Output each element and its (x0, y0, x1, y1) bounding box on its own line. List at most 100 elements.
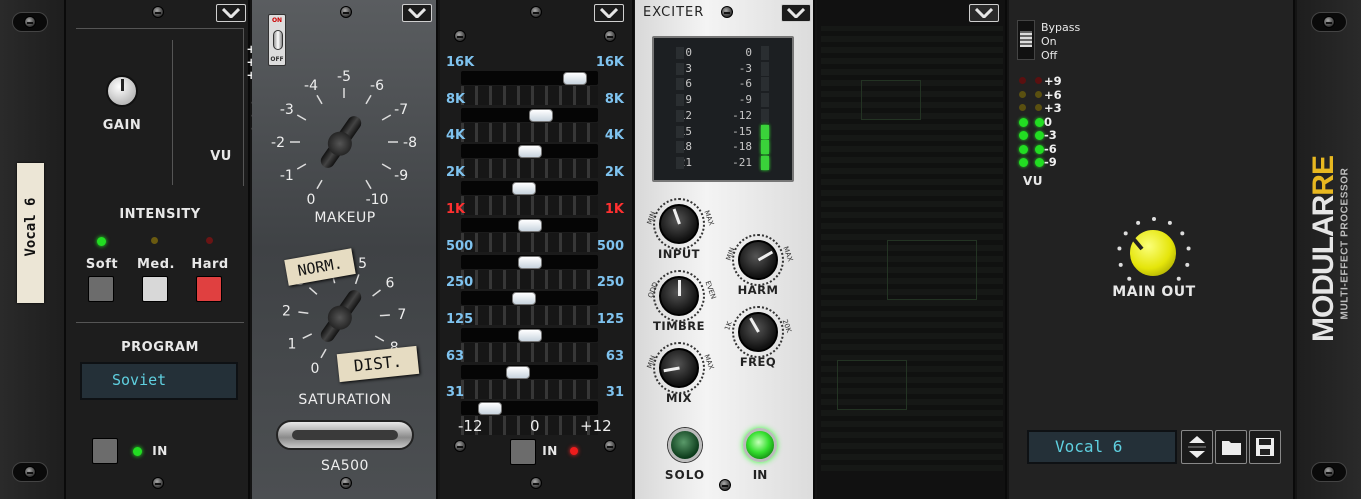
saturation-scale-label: 6 (386, 276, 395, 292)
brand-name-b: RE (1307, 156, 1340, 196)
sa500-device: ON OFF 0 -1 -2 -3 -4 -5 -6 -7 -8 -9 -10 MAKEUP 012… (252, 0, 438, 499)
input-knob[interactable] (659, 204, 699, 244)
main-vu-led (1019, 144, 1028, 154)
screw-icon (24, 466, 36, 478)
main-out-tick (1123, 231, 1128, 236)
intensity-hard-button[interactable] (196, 276, 222, 302)
exciter-meter-right-seg (761, 140, 769, 155)
preset-display[interactable]: Vocal 6 (1027, 430, 1177, 464)
exciter-meter-right-seg (761, 155, 769, 170)
harm-knob[interactable] (738, 240, 778, 280)
exciter-in-label: IN (752, 468, 768, 482)
main-out-label: MAIN OUT (1112, 284, 1196, 300)
intensity-soft-button[interactable] (88, 276, 114, 302)
exciter-meter-right-seg (761, 46, 769, 60)
screw-icon (454, 440, 466, 452)
device-menu-button[interactable] (216, 4, 246, 22)
saturation-tick (354, 274, 360, 285)
eq-band-fader-250[interactable] (511, 292, 536, 306)
bypass-option-bypass: Bypass (1041, 21, 1081, 34)
comp-in-label: IN (152, 444, 168, 458)
timbre-knob[interactable] (659, 276, 699, 316)
empty-slot-chip (861, 80, 921, 120)
main-vu-led (1019, 117, 1028, 127)
empty-slot (817, 0, 1007, 499)
eq-band-label-right: 8K (604, 91, 624, 107)
eq-band-fader-8K[interactable] (528, 108, 553, 122)
exciter-meter-left-seg (676, 47, 684, 59)
program-display[interactable]: Soviet (80, 362, 238, 400)
exciter-meter-right-label: 0 (745, 46, 752, 59)
preset-up-down-button[interactable] (1181, 430, 1213, 464)
screw-icon (530, 477, 542, 489)
main-vu-scale-label: -9 (1044, 155, 1057, 169)
up-down-arrows-icon (1188, 436, 1206, 458)
saturation-scale-label: 1 (288, 337, 297, 353)
eq-band-label-right: 31 (605, 385, 624, 401)
exciter-meter-right-label: -3 (738, 61, 752, 75)
main-out-tick (1136, 220, 1141, 225)
eq-band-grid (461, 232, 598, 252)
intensity-med-button[interactable] (142, 276, 168, 302)
eq-band-fader-2K[interactable] (511, 182, 536, 196)
makeup-tick (365, 179, 372, 190)
eq-band-fader-4K[interactable] (517, 145, 542, 159)
bypass-switch[interactable] (1017, 20, 1035, 60)
preset-save-button[interactable] (1249, 430, 1281, 464)
main-vu-scale-label: +9 (1044, 74, 1062, 88)
saturation-scale-label: 5 (358, 256, 367, 272)
intensity-led-soft (97, 237, 106, 246)
comp-in-button[interactable] (92, 438, 118, 464)
brand-subtitle: MULTI-EFFECT PROCESSOR (1339, 167, 1351, 320)
eq-in-button[interactable] (510, 439, 536, 465)
eq-band-grid (461, 196, 598, 216)
eq-band-fader-500[interactable] (517, 255, 542, 269)
track-tape-label[interactable]: Vocal 6 (17, 163, 44, 303)
eq-band-fader-63[interactable] (506, 365, 531, 379)
eq-band-fader-1K[interactable] (517, 218, 542, 232)
device-menu-button[interactable] (594, 4, 624, 22)
makeup-label: MAKEUP (314, 210, 376, 226)
main-vu-scale-label: 0 (1044, 114, 1053, 129)
device-menu-button[interactable] (402, 4, 432, 22)
exciter-in-button[interactable] (743, 428, 777, 462)
eq-band-grid (461, 86, 598, 105)
eq-band-label-right: 4K (604, 128, 624, 144)
eq-range-max: +12 (580, 417, 612, 435)
eq-band-fader-16K[interactable] (563, 72, 588, 85)
freq-knob[interactable] (738, 312, 778, 352)
makeup-scale-label: -9 (394, 168, 408, 184)
eq-band-label-left: 125 (446, 311, 474, 327)
mix-knob-indicator (662, 366, 680, 373)
solo-button[interactable] (668, 428, 702, 462)
main-vu-led (1019, 77, 1026, 84)
mix-knob[interactable] (659, 348, 699, 388)
makeup-scale-label: -7 (394, 102, 408, 118)
main-out-knob[interactable] (1128, 228, 1178, 278)
eq-band-label-right: 2K (604, 165, 624, 181)
gain-knob[interactable] (106, 75, 138, 107)
device-menu-button[interactable] (969, 4, 999, 22)
saturation-tick (302, 333, 313, 340)
screw-icon (1323, 466, 1335, 478)
eq-band-fader-125[interactable] (517, 328, 542, 342)
toggle-lever (273, 30, 283, 50)
eq-band-label-left: 500 (446, 238, 474, 254)
preset-folder-button[interactable] (1215, 430, 1247, 464)
exciter-meter-left-seg (676, 78, 684, 91)
exciter-title: EXCITER (643, 5, 705, 20)
saturation-label: SATURATION (298, 392, 392, 408)
eq-in-label: IN (542, 444, 558, 458)
makeup-tick (296, 163, 307, 170)
device-menu-button[interactable] (781, 4, 811, 22)
makeup-scale-label: 0 (307, 192, 316, 208)
eq-band-fader-31[interactable] (477, 402, 502, 416)
exciter-meter-left-seg (676, 62, 684, 75)
exciter-meter-left-seg (676, 156, 684, 169)
main-vu-led (1019, 158, 1028, 167)
eq-band-grid (461, 122, 598, 142)
folder-icon (1222, 441, 1241, 455)
solo-label: SOLO (664, 468, 706, 482)
main-vu-scale-label: -6 (1044, 141, 1057, 156)
main-vu-led (1035, 77, 1042, 84)
